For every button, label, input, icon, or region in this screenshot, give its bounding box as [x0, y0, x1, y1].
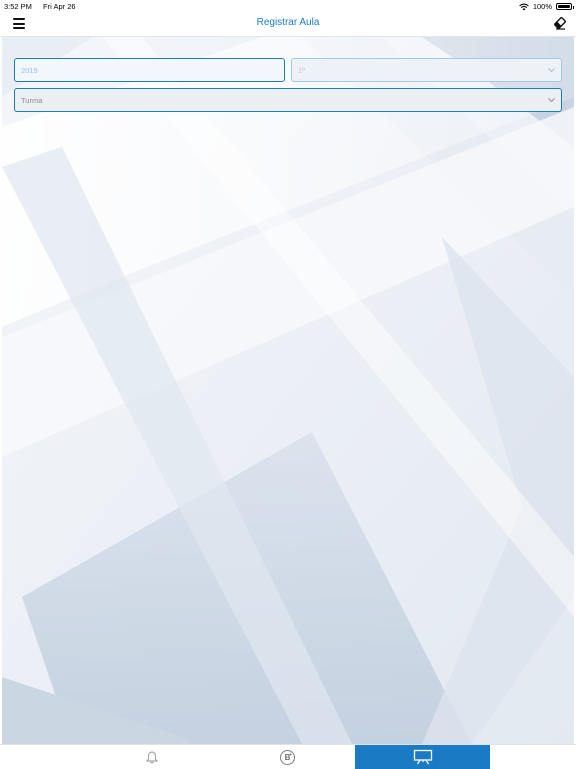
boletim-b-icon: B +	[280, 749, 295, 765]
presentation-board-icon	[413, 749, 432, 765]
chevron-down-icon	[548, 98, 555, 102]
period-select[interactable]: 1º	[291, 58, 562, 82]
battery-percent: 100%	[532, 2, 552, 11]
status-time: 3:52 PM	[4, 2, 32, 11]
status-bar: 3:52 PM Fri Apr 26 100%	[0, 0, 576, 12]
year-field[interactable]: 2019	[14, 58, 285, 82]
eraser-icon[interactable]	[553, 16, 567, 30]
wifi-icon	[519, 3, 529, 10]
year-value: 2019	[21, 65, 38, 75]
background-pattern	[2, 37, 574, 744]
chevron-down-icon	[548, 68, 555, 72]
status-date: Fri Apr 26	[43, 2, 76, 11]
page-title: Registrar Aula	[256, 17, 320, 28]
turma-placeholder: Turma	[21, 95, 43, 105]
navigation-bar: Registrar Aula	[0, 12, 576, 37]
battery-icon	[556, 3, 574, 10]
turma-select[interactable]: Turma	[14, 88, 562, 112]
period-value: 1º	[298, 65, 305, 75]
bell-icon	[146, 751, 158, 764]
tab-boletim[interactable]: B +	[220, 745, 355, 769]
main-content	[2, 37, 574, 744]
tab-bar: B +	[0, 744, 576, 769]
tab-registrar-aula[interactable]	[355, 745, 490, 769]
